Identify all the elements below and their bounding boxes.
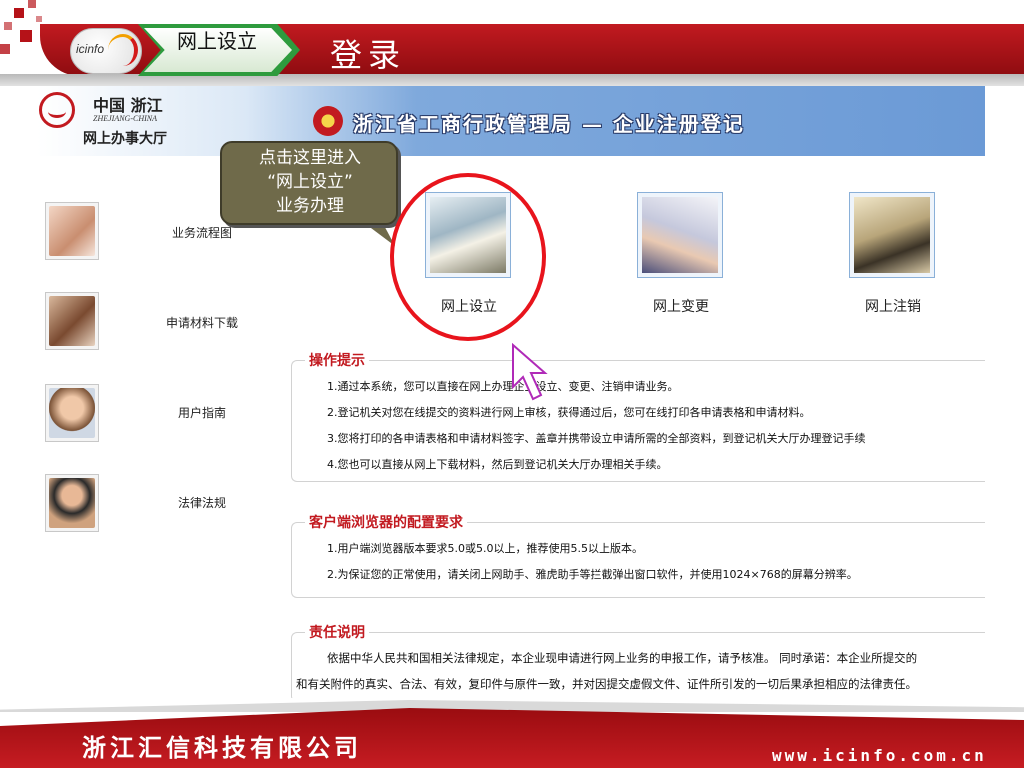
national-emblem-icon <box>313 106 343 136</box>
sidebar-label-download[interactable]: 申请材料下载 <box>147 314 257 331</box>
logo-swoosh-icon <box>108 34 138 66</box>
slide-header: icinfo 网上设立 登录 <box>0 0 1024 86</box>
callout-text: 点击这里进入 “网上设立” 业务办理 <box>230 146 390 218</box>
cursor-arrow-icon <box>512 343 548 401</box>
browser-line-1: 1.用户端浏览器版本要求5.0或5.0以上，推荐使用5.5以上版本。 <box>327 542 643 555</box>
header-title: 浙江省工商行政管理局 — 企业注册登记 <box>353 112 745 136</box>
web-header: 中国 浙江 ZHEJIANG-CHINA 网上办事大厅 浙江省工商行政管理局 —… <box>37 86 985 156</box>
logo-text: icinfo <box>76 42 105 56</box>
responsibility-title: 责任说明 <box>305 622 369 642</box>
browser-line-2: 2.为保证您的正常使用，请关闭上网助手、雅虎助手等拦截弹出窗口软件，并使用102… <box>327 568 858 581</box>
tips-line-3: 3.您将打印的各申请表格和申请材料签字、盖章并携带设立申请所需的全部资料，到登记… <box>327 432 866 445</box>
sidebar-label-guide[interactable]: 用户指南 <box>147 404 257 421</box>
sidebar-item-guide[interactable] <box>45 384 99 442</box>
highlight-ring <box>390 173 546 341</box>
tips-section: 操作提示 1.通过本系统，您可以直接在网上办理企业设立、变更、注销申请业务。 2… <box>291 350 985 484</box>
service-change-button[interactable] <box>637 192 723 278</box>
company-name: 浙江汇信科技有限公司 <box>82 733 362 762</box>
woman-photo-icon <box>49 478 95 528</box>
fountain-pen-icon <box>854 197 930 273</box>
service-cancel-button[interactable] <box>849 192 935 278</box>
responsibility-line-1: 依据中华人民共和国相关法律规定，本企业现申请进行网上业务的申报工作，请予核准。 … <box>327 651 918 665</box>
company-url: www.icinfo.com.cn <box>772 746 987 765</box>
brand-hall: 网上办事大厅 <box>83 131 167 147</box>
tips-title: 操作提示 <box>305 350 369 370</box>
hand-photo-icon <box>49 206 95 256</box>
signing-hand-icon <box>642 197 718 273</box>
phone-photo-icon <box>49 296 95 346</box>
hall-logo-icon <box>39 92 75 128</box>
section-tag-label: 网上设立 <box>177 29 257 53</box>
callout-line-1: 点击这里进入 <box>259 148 361 168</box>
browser-section: 客户端浏览器的配置要求 1.用户端浏览器版本要求5.0或5.0以上，推荐使用5.… <box>291 512 985 602</box>
tips-line-4: 4.您也可以直接从网上下载材料，然后到登记机关大厅办理相关手续。 <box>327 458 668 471</box>
sidebar-item-law[interactable] <box>45 474 99 532</box>
service-change-label[interactable]: 网上变更 <box>621 296 741 316</box>
sidebar-label-law[interactable]: 法律法规 <box>147 494 257 511</box>
service-cancel-label[interactable]: 网上注销 <box>833 296 953 316</box>
browser-box <box>291 522 985 598</box>
tips-line-2: 2.登记机关对您在线提交的资料进行网上审核，获得通过后，您可在线打印各申请表格和… <box>327 406 811 419</box>
callout-line-3: 业务办理 <box>276 196 344 216</box>
sidebar-item-process[interactable] <box>45 202 99 260</box>
responsibility-line-2: 和有关附件的真实、合法、有效，复印件与原件一致，并对因提交虚假文件、证件所引发的… <box>296 677 917 691</box>
sidebar-item-download[interactable] <box>45 292 99 350</box>
brand-name: 中国 浙江 <box>93 96 163 115</box>
slide-footer: 浙江汇信科技有限公司 www.icinfo.com.cn <box>0 698 1024 768</box>
brand-en: ZHEJIANG-CHINA <box>93 114 157 123</box>
tips-line-1: 1.通过本系统，您可以直接在网上办理企业设立、变更、注销申请业务。 <box>327 380 679 393</box>
callout-line-2: “网上设立” <box>267 172 353 192</box>
browser-title: 客户端浏览器的配置要求 <box>305 512 467 532</box>
slide-title: 登录 <box>330 36 407 74</box>
sidebar-label-process[interactable]: 业务流程图 <box>147 224 257 241</box>
person-photo-icon <box>49 388 95 438</box>
